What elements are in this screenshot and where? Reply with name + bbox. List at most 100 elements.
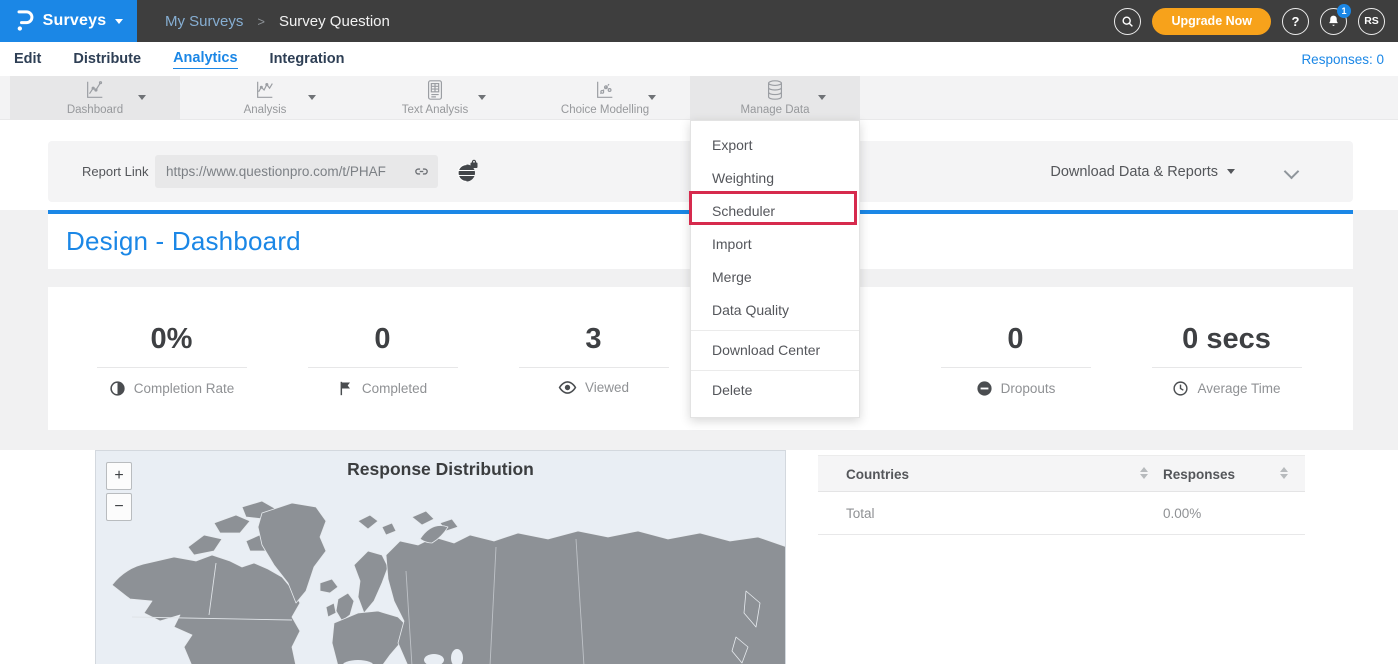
sort-icon[interactable] — [1280, 467, 1288, 479]
report-link-label: Report Link — [82, 141, 148, 202]
countries-table-header: Countries Responses — [818, 455, 1305, 492]
bell-icon — [1327, 14, 1340, 28]
eye-icon — [558, 380, 577, 395]
stat-label: Viewed — [585, 380, 629, 395]
brand-label: Surveys — [43, 12, 107, 30]
stat-label: Completed — [362, 381, 427, 396]
report-link-field — [155, 155, 438, 188]
breadcrumb-separator-icon: > — [257, 14, 265, 29]
column-header-countries[interactable]: Countries — [846, 456, 909, 493]
map-title: Response Distribution — [96, 459, 785, 480]
top-bar: Surveys My Surveys > Survey Question Upg… — [0, 0, 1398, 42]
stat-divider — [1152, 367, 1302, 368]
stat-divider — [519, 367, 669, 368]
link-icon[interactable] — [413, 163, 438, 180]
stat-completed: 0 Completed — [277, 287, 488, 430]
response-distribution-map: Response Distribution + − — [95, 450, 786, 664]
row-responses: 0.00% — [1163, 492, 1201, 535]
stat-value: 0 — [277, 323, 488, 356]
caret-down-icon — [648, 95, 656, 100]
help-button[interactable]: ? — [1282, 8, 1309, 35]
notification-badge: 1 — [1337, 4, 1351, 18]
stat-value: 3 — [488, 323, 699, 356]
nav-distribute[interactable]: Distribute — [73, 51, 141, 67]
caret-down-icon — [115, 19, 123, 24]
globe-lock-icon[interactable] — [455, 159, 481, 185]
row-country: Total — [846, 492, 875, 535]
stat-label: Dropouts — [1001, 381, 1056, 396]
stat-value: 0 secs — [1121, 323, 1332, 356]
tab-label: Dashboard — [10, 104, 180, 116]
topbar-actions: Upgrade Now ? 1 RS — [1114, 8, 1398, 35]
report-link-input[interactable] — [155, 164, 413, 179]
search-icon — [1121, 15, 1134, 28]
caret-down-icon — [138, 95, 146, 100]
world-map[interactable] — [96, 451, 786, 664]
minus-circle-icon — [976, 380, 993, 397]
line-chart-icon — [84, 79, 106, 106]
breadcrumb-current: Survey Question — [279, 13, 390, 30]
table-row: Total 0.00% — [818, 492, 1305, 535]
avatar[interactable]: RS — [1358, 8, 1385, 35]
tab-text-analysis[interactable]: Text Analysis — [350, 76, 520, 120]
responses-count: Responses: 0 — [1301, 52, 1384, 67]
column-header-responses[interactable]: Responses — [1163, 456, 1235, 493]
app-window: Surveys My Surveys > Survey Question Upg… — [0, 0, 1398, 664]
menu-item-import[interactable]: Import — [691, 228, 859, 261]
flag-icon — [338, 380, 354, 397]
tab-dashboard[interactable]: Dashboard — [10, 76, 180, 120]
download-data-reports-dropdown[interactable]: Download Data & Reports — [1050, 141, 1235, 202]
download-data-reports-label: Download Data & Reports — [1050, 164, 1218, 180]
survey-nav: Edit Distribute Analytics Integration Re… — [0, 42, 1398, 76]
stat-label: Completion Rate — [134, 381, 235, 396]
menu-item-merge[interactable]: Merge — [691, 261, 859, 294]
map-zoom-controls: + − — [106, 462, 132, 521]
menu-item-export[interactable]: Export — [691, 129, 859, 162]
menu-item-data-quality[interactable]: Data Quality — [691, 294, 859, 327]
menu-item-weighting[interactable]: Weighting — [691, 162, 859, 195]
breadcrumb: My Surveys > Survey Question — [165, 13, 390, 30]
manage-data-menu: Export Weighting Scheduler Import Merge … — [690, 120, 860, 418]
stat-viewed: 3 Viewed — [488, 287, 699, 430]
surveys-menu-button[interactable]: Surveys — [0, 0, 137, 42]
tab-label: Text Analysis — [350, 104, 520, 116]
zoom-out-button[interactable]: − — [106, 493, 132, 521]
stat-label: Average Time — [1197, 381, 1280, 396]
stat-divider — [941, 367, 1091, 368]
menu-separator — [691, 330, 859, 331]
tab-label: Choice Modelling — [520, 104, 690, 116]
sort-icon[interactable] — [1140, 467, 1148, 479]
half-circle-icon — [109, 380, 126, 397]
menu-item-download-center[interactable]: Download Center — [691, 334, 859, 367]
menu-item-delete[interactable]: Delete — [691, 374, 859, 407]
tab-label: Analysis — [180, 104, 350, 116]
stat-divider — [308, 367, 458, 368]
stat-value: 0 — [910, 323, 1121, 356]
tab-manage-data[interactable]: Manage Data — [690, 76, 860, 120]
scatter-chart-icon — [594, 79, 616, 106]
stat-dropouts: 0 Dropouts — [910, 287, 1121, 430]
tab-choice-modelling[interactable]: Choice Modelling — [520, 76, 690, 120]
collapse-chevron-icon[interactable] — [1284, 164, 1300, 180]
nav-analytics[interactable]: Analytics — [173, 50, 237, 69]
caret-down-icon — [478, 95, 486, 100]
menu-item-scheduler[interactable]: Scheduler — [691, 195, 859, 228]
document-grid-icon — [424, 79, 446, 106]
questionpro-logo-icon — [14, 9, 34, 33]
clock-icon — [1172, 380, 1189, 397]
search-button[interactable] — [1114, 8, 1141, 35]
menu-separator — [691, 370, 859, 371]
tab-analysis[interactable]: Analysis — [180, 76, 350, 120]
countries-table: Countries Responses Total 0.00% — [818, 455, 1305, 535]
upgrade-now-button[interactable]: Upgrade Now — [1152, 8, 1271, 35]
nav-edit[interactable]: Edit — [14, 51, 41, 67]
trend-chart-icon — [254, 79, 276, 106]
zoom-in-button[interactable]: + — [106, 462, 132, 490]
tab-label: Manage Data — [690, 104, 860, 116]
nav-integration[interactable]: Integration — [270, 51, 345, 67]
breadcrumb-my-surveys[interactable]: My Surveys — [165, 13, 243, 30]
analytics-toolbar: Dashboard Analysis Text Analysis Choice … — [0, 76, 1398, 120]
database-icon — [764, 79, 786, 106]
caret-down-icon — [818, 95, 826, 100]
notifications-button[interactable]: 1 — [1320, 8, 1347, 35]
